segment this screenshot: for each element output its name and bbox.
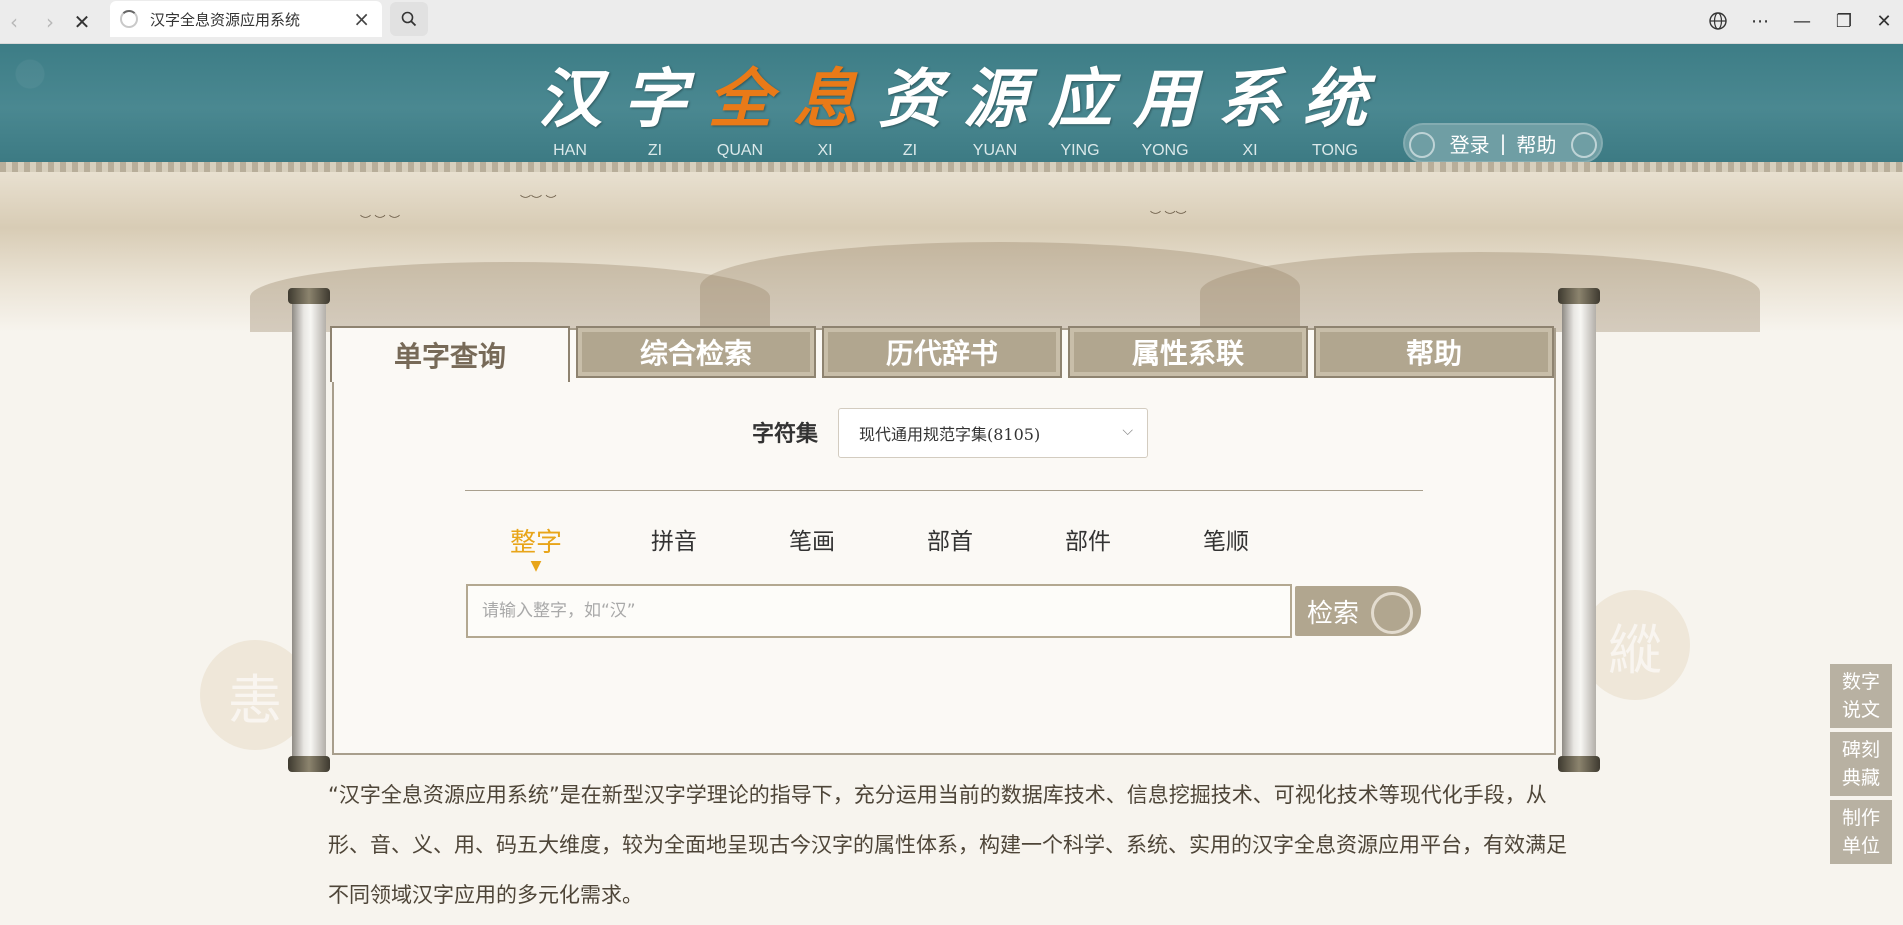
title-char: 资 ZI	[870, 62, 950, 160]
title-char: 汉 HAN	[530, 62, 610, 160]
login-link[interactable]: 登录	[1450, 129, 1490, 158]
search-icon[interactable]	[390, 2, 428, 36]
title-glyph: 汉	[538, 62, 602, 137]
globe-icon[interactable]	[1700, 6, 1736, 36]
title-glyph: 系	[1218, 62, 1282, 137]
chevron-down-icon: ⌵	[1122, 423, 1133, 439]
search-mode-tab[interactable]: 部首	[880, 522, 1020, 556]
divider	[465, 490, 1423, 491]
title-char: 源 YUAN	[955, 62, 1035, 160]
panel-tab[interactable]: 帮助	[1314, 326, 1554, 378]
site-header: 汉 HAN 字 ZI 全 QUAN 息 XI 资 ZI 源 YUAN 应 YING 用 YONG 系 XI 统 TON…	[0, 44, 1903, 172]
scroll-rod-left	[288, 288, 330, 772]
side-button-stele-collection[interactable]: 碑刻典藏	[1830, 732, 1892, 796]
title-char: 用 YONG	[1125, 62, 1205, 160]
charset-select[interactable]: 现代通用规范字集(8105) ⌵	[838, 408, 1148, 458]
search-mode-label: 部件	[1065, 529, 1111, 555]
window-close-icon[interactable]: ✕	[1866, 6, 1902, 36]
search-mode-tabs: 整字 ▼ 拼音 笔画 部首 部件 笔顺	[466, 522, 1366, 573]
title-pinyin: ZI	[647, 142, 663, 159]
back-icon[interactable]: ‹	[0, 8, 28, 36]
title-glyph: 资	[878, 62, 942, 137]
title-glyph: 统	[1303, 62, 1367, 137]
auth-links: 登录 | 帮助	[1403, 123, 1603, 163]
rod-cap	[288, 756, 330, 772]
title-char: 统 TONG	[1295, 62, 1375, 160]
minimize-icon[interactable]: —	[1784, 6, 1820, 36]
search-mode-label: 拼音	[651, 529, 697, 555]
title-pinyin: QUAN	[716, 142, 764, 159]
title-glyph: 全	[708, 62, 772, 137]
tab-close-icon[interactable]: ×	[353, 7, 370, 31]
title-pinyin: XI	[817, 142, 833, 159]
bird-icon: ︶︶ ︶	[520, 194, 557, 207]
title-glyph: 息	[793, 62, 857, 137]
scroll-ornament-icon	[1571, 132, 1597, 158]
bird-icon: ︶ ︶︶	[1150, 210, 1187, 223]
help-link[interactable]: 帮助	[1516, 129, 1556, 158]
title-glyph: 应	[1048, 62, 1112, 137]
mountain-shape	[1200, 252, 1760, 332]
search-mode-tab[interactable]: 整字 ▼	[466, 522, 606, 573]
title-char: 息 XI	[785, 62, 865, 160]
title-glyph: 字	[623, 62, 687, 137]
title-char: 应 YING	[1040, 62, 1120, 160]
more-menu-icon[interactable]: ⋯	[1742, 6, 1778, 36]
decorative-seal: 縱	[1580, 590, 1690, 700]
side-button-producer[interactable]: 制作单位	[1830, 800, 1892, 864]
forward-icon[interactable]: ›	[36, 8, 64, 36]
browser-tab[interactable]: 汉字全息资源应用系统 ×	[110, 1, 382, 37]
site-description: “汉字全息资源应用系统”是在新型汉字学理论的指导下，充分运用当前的数据库技术、信…	[328, 783, 1567, 907]
title-pinyin: XI	[1242, 142, 1258, 159]
browser-toolbar: ‹ › ✕ 汉字全息资源应用系统 × ⋯ — ❐ ✕	[0, 0, 1903, 44]
search-button-label: 检索	[1307, 598, 1360, 629]
panel-tab[interactable]: 属性系联	[1068, 326, 1308, 378]
search-mode-label: 笔顺	[1203, 529, 1249, 555]
panel-tab[interactable]: 综合检索	[576, 326, 816, 378]
title-pinyin: YONG	[1141, 142, 1189, 159]
search-mode-tab[interactable]: 笔顺	[1156, 522, 1296, 556]
title-pinyin: TONG	[1312, 142, 1358, 159]
scroll-rod-right	[1558, 288, 1600, 772]
search-button[interactable]: 检索	[1295, 586, 1421, 636]
title-pinyin: YING	[1060, 142, 1100, 159]
title-char: 字 ZI	[615, 62, 695, 160]
panel-tabs: 单字查询 综合检索 历代辞书 属性系联 帮助	[330, 326, 1556, 382]
restore-icon[interactable]: ❐	[1826, 6, 1862, 36]
side-button-digital-shuowen[interactable]: 数字说文	[1830, 664, 1892, 728]
charset-value: 现代通用规范字集(8105)	[859, 425, 1041, 444]
panel-tab[interactable]: 单字查询	[330, 326, 570, 382]
title-pinyin: ZI	[902, 142, 918, 159]
tab-title: 汉字全息资源应用系统	[150, 10, 301, 29]
search-mode-tab[interactable]: 笔画	[742, 522, 882, 556]
title-pinyin: YUAN	[972, 142, 1018, 159]
active-marker-icon: ▼	[530, 558, 542, 574]
search-mode-tab[interactable]: 部件	[1018, 522, 1158, 556]
title-char: 全 QUAN	[700, 62, 780, 160]
title-glyph: 源	[963, 62, 1027, 137]
auth-separator: |	[1499, 131, 1507, 155]
search-mode-label: 笔画	[789, 529, 835, 555]
landscape-banner: ︶ ︶ ︶ ︶︶ ︶ ︶ ︶︶	[0, 172, 1903, 332]
cloud-ornament-icon	[1371, 592, 1413, 634]
search-mode-label: 整字	[509, 528, 562, 558]
rod-cap	[1558, 288, 1600, 304]
search-input[interactable]	[466, 584, 1292, 638]
charset-label: 字符集	[752, 422, 819, 447]
panel-tab[interactable]: 历代辞书	[822, 326, 1062, 378]
title-pinyin: HAN	[553, 142, 587, 159]
site-title: 汉 HAN 字 ZI 全 QUAN 息 XI 资 ZI 源 YUAN 应 YING 用 YONG 系 XI 统 TON…	[530, 62, 1367, 182]
loading-spinner-icon	[120, 10, 138, 28]
stop-loading-icon[interactable]: ✕	[68, 8, 96, 36]
bird-icon: ︶ ︶ ︶	[360, 214, 400, 227]
search-mode-label: 部首	[927, 529, 973, 555]
title-char: 系 XI	[1210, 62, 1290, 160]
scroll-ornament-icon	[1409, 132, 1435, 158]
search-mode-tab[interactable]: 拼音	[604, 522, 744, 556]
title-glyph: 用	[1133, 62, 1197, 137]
rod-cap	[288, 288, 330, 304]
